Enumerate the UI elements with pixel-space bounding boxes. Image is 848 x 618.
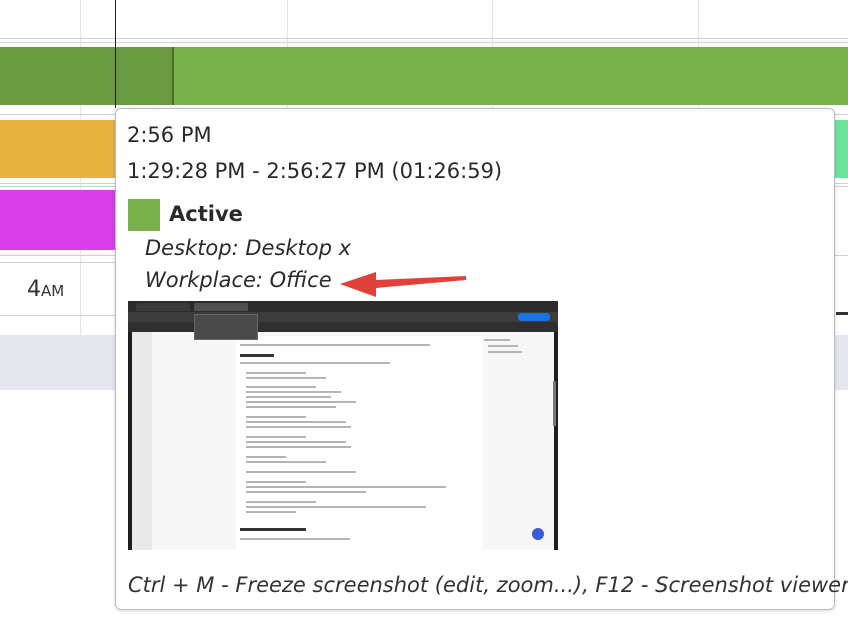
thumb-line: [240, 362, 390, 364]
thumb-line: [246, 506, 426, 508]
thumb-line: [246, 461, 326, 463]
thumb-tab: [136, 303, 190, 311]
thumb-chat-icon: [532, 528, 544, 540]
thumb-line: [240, 344, 430, 346]
thumb-line: [246, 391, 341, 393]
thumb-popup: [194, 314, 258, 340]
thumb-line: [246, 501, 316, 503]
activity-tooltip: 2:56 PM 1:29:28 PM - 2:56:27 PM (01:26:5…: [115, 108, 848, 610]
thumb-button: [518, 313, 550, 321]
thumb-line: [246, 441, 346, 443]
thumb-scrollbar: [553, 381, 556, 426]
thumb-document: [236, 336, 482, 550]
thumb-line: [246, 426, 351, 428]
thumb-line: [246, 471, 356, 473]
active-bar-highlight[interactable]: [0, 47, 173, 105]
thumb-line: [246, 396, 331, 398]
thumb-address-bar: [128, 312, 558, 322]
time-cursor: [115, 0, 116, 108]
row-divider: [0, 42, 848, 43]
tooltip-time: 2:56 PM: [127, 123, 212, 147]
thumb-line: [246, 421, 346, 423]
hour-label: 4AM: [27, 277, 65, 302]
thumb-tab: [194, 303, 248, 311]
thumb-line: [246, 401, 356, 403]
thumb-line: [246, 456, 286, 458]
thumb-line: [246, 377, 326, 379]
tooltip-time-range: 1:29:28 PM - 2:56:27 PM (01:26:59): [127, 159, 503, 183]
red-arrow-annotation: [340, 272, 466, 297]
thumb-bookmarks: [128, 322, 558, 332]
desktop-info: Desktop: Desktop x: [145, 236, 352, 260]
thumb-line: [246, 416, 306, 418]
thumb-line: [246, 406, 336, 408]
thumb-line: [246, 386, 316, 388]
thumb-toc: [484, 339, 524, 359]
thumb-sidebar: [132, 332, 152, 550]
activity-bar-yellow[interactable]: [0, 120, 116, 178]
row-divider: [0, 38, 848, 39]
thumb-line: [246, 446, 351, 448]
tooltip-shortcut-hint: Ctrl + M - Freeze screenshot (edit, zoom…: [128, 573, 848, 597]
thumb-line: [246, 511, 296, 513]
axis-marker: [836, 312, 848, 315]
activity-color-swatch: [128, 199, 160, 231]
workplace-info: Workplace: Office: [145, 268, 332, 292]
bar-separator: [172, 47, 174, 105]
activity-name: Active: [169, 202, 243, 226]
thumb-tab-bar: [128, 301, 558, 312]
thumb-heading: [240, 528, 306, 531]
activity-bar-magenta[interactable]: [0, 190, 116, 250]
thumb-heading: [240, 354, 274, 357]
thumb-line: [246, 481, 306, 483]
thumb-line: [246, 491, 366, 493]
thumb-line: [246, 372, 306, 374]
screenshot-thumbnail[interactable]: [128, 301, 558, 550]
thumb-line: [246, 486, 446, 488]
thumb-line: [246, 436, 306, 438]
thumb-line: [240, 538, 350, 540]
